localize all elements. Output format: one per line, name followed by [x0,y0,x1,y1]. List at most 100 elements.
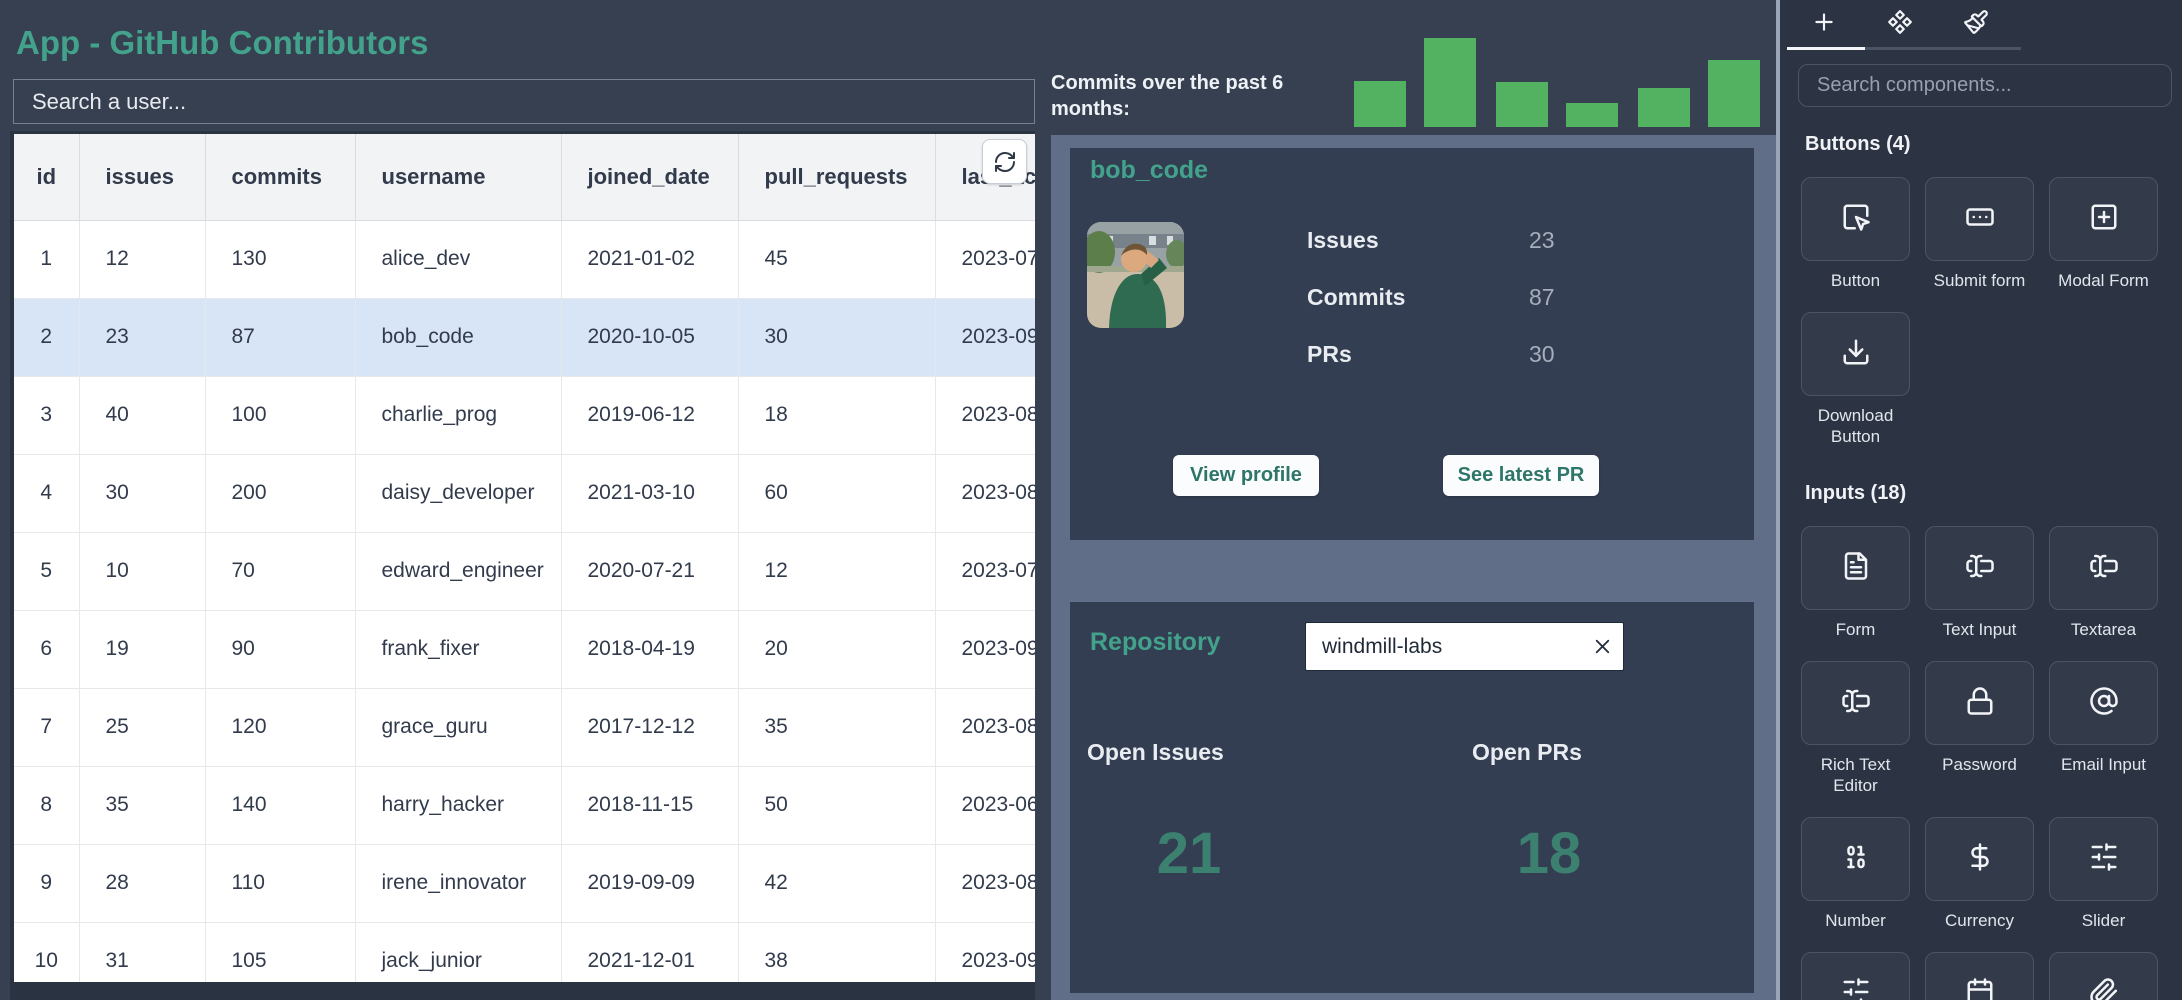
component-card-rich-text-editor[interactable] [1801,661,1910,745]
repository-input[interactable] [1305,622,1624,671]
table-cell: 70 [205,532,355,610]
table-row[interactable]: 430200daisy_developer2021-03-10602023-08 [14,454,1035,532]
column-header-id[interactable]: id [14,134,79,220]
table-cell: 2023-07 [935,532,1035,610]
table-row[interactable]: 928110irene_innovator2019-09-09422023-08 [14,844,1035,922]
active-tab-underline [1787,47,1865,50]
tab-theme[interactable] [1938,6,2014,42]
see-latest-pr-button[interactable]: See latest PR [1443,455,1599,496]
table-cell: 2 [14,298,79,376]
component-label: Submit form [1934,270,2026,291]
component-item: Number [1801,817,1910,952]
search-user-input[interactable] [13,79,1035,124]
table-row[interactable]: 112130alice_dev2021-01-02452023-07 [14,220,1035,298]
table-cell: 2018-04-19 [561,610,738,688]
sliders-horizontal-icon [2089,842,2119,877]
commits-chart-label: Commits over the past 6 months: [1051,70,1291,122]
table-cell: 2023-09 [935,610,1035,688]
table-cell: daisy_developer [355,454,561,532]
table-refresh-button[interactable] [982,139,1027,184]
component-label: Button [1831,270,1880,291]
stat-label: Issues [1307,227,1379,254]
component-item [1801,952,1910,1000]
component-item: Slider [2049,817,2158,952]
table-cell: 2021-03-10 [561,454,738,532]
component-item [2049,952,2158,1000]
text-cursor-input-icon [1965,551,1995,586]
column-header-commits[interactable]: commits [205,134,355,220]
component-card-email-input[interactable] [2049,661,2158,745]
square-mouse-pointer-icon [1841,202,1871,237]
clear-input-icon[interactable] [1591,635,1614,658]
tab-underline-track [1865,47,2021,50]
stat-value: 87 [1529,284,1555,311]
table-cell: charlie_prog [355,376,561,454]
chart-bar [1424,38,1476,127]
table-cell: 2019-06-12 [561,376,738,454]
column-header-joined_date[interactable]: joined_date [561,134,738,220]
table-cell: 35 [79,766,205,844]
component-item: Textarea [2049,526,2158,661]
component-card-more[interactable] [2049,952,2158,1000]
component-card-text-input[interactable] [1925,526,2034,610]
component-card-submit-form[interactable] [1925,177,2034,261]
commits-bar-chart [1354,36,1760,127]
component-card-more[interactable] [1925,952,2034,1000]
component-card-number[interactable] [1801,817,1910,901]
user-stat-row: Issues 23 [1070,227,1754,255]
plus-icon [1811,9,1837,40]
component-card-form[interactable] [1801,526,1910,610]
table-cell: 6 [14,610,79,688]
table-cell: 3 [14,376,79,454]
component-section: Inputs (18) Form Text Input Textarea [1801,482,2171,1000]
stat-label: PRs [1307,341,1352,368]
user-card: bob_code Issues 23 Commits [1070,148,1754,540]
column-header-pull_requests[interactable]: pull_requests [738,134,935,220]
contributors-table: idissuescommitsusernamejoined_datepull_r… [10,131,1035,1000]
stat-label: Commits [1307,284,1405,311]
tab-components-tree[interactable] [1862,6,1938,42]
component-card-button[interactable] [1801,177,1910,261]
open-issues-label: Open Issues [1087,739,1224,766]
table-cell: 100 [205,376,355,454]
column-header-username[interactable]: username [355,134,561,220]
table-horizontal-scrollbar[interactable] [10,982,1035,1000]
sidebar-tabs [1786,6,2014,42]
component-card-download-button[interactable] [1801,312,1910,396]
table-cell: edward_engineer [355,532,561,610]
table-row[interactable]: 835140harry_hacker2018-11-15502023-06 [14,766,1035,844]
component-card-textarea[interactable] [2049,526,2158,610]
table-row[interactable]: 22387bob_code2020-10-05302023-09 [14,298,1035,376]
page-title: App - GitHub Contributors [16,24,428,62]
chart-bar [1638,88,1690,127]
component-label: Modal Form [2058,270,2149,291]
component-card-slider[interactable] [2049,817,2158,901]
component-card-more[interactable] [1801,952,1910,1000]
table-row[interactable]: 340100charlie_prog2019-06-12182023-08 [14,376,1035,454]
component-card-password[interactable] [1925,661,2034,745]
column-header-issues[interactable]: issues [79,134,205,220]
chart-bar [1708,60,1760,127]
component-card-modal-form[interactable] [2049,177,2158,261]
component-item: Rich Text Editor [1801,661,1910,817]
table-cell: 2023-09 [935,298,1035,376]
table-row[interactable]: 61990frank_fixer2018-04-19202023-09 [14,610,1035,688]
table-cell: 2023-08 [935,376,1035,454]
component-item: Form [1801,526,1910,661]
table-cell: 9 [14,844,79,922]
component-item: Email Input [2049,661,2158,817]
table-cell: 2023-06 [935,766,1035,844]
search-components-input[interactable] [1798,64,2172,107]
table-cell: 2020-10-05 [561,298,738,376]
component-card-currency[interactable] [1925,817,2034,901]
table-cell: 23 [79,298,205,376]
table-cell: 2023-08 [935,454,1035,532]
table-cell: 25 [79,688,205,766]
table-row[interactable]: 725120grace_guru2017-12-12352023-08 [14,688,1035,766]
table-cell: 140 [205,766,355,844]
view-profile-button[interactable]: View profile [1173,455,1319,496]
table-row[interactable]: 51070edward_engineer2020-07-21122023-07 [14,532,1035,610]
tab-insert-component[interactable] [1786,6,1862,42]
calendar-icon [1965,977,1995,1000]
component-label: Download Button [1801,405,1910,447]
